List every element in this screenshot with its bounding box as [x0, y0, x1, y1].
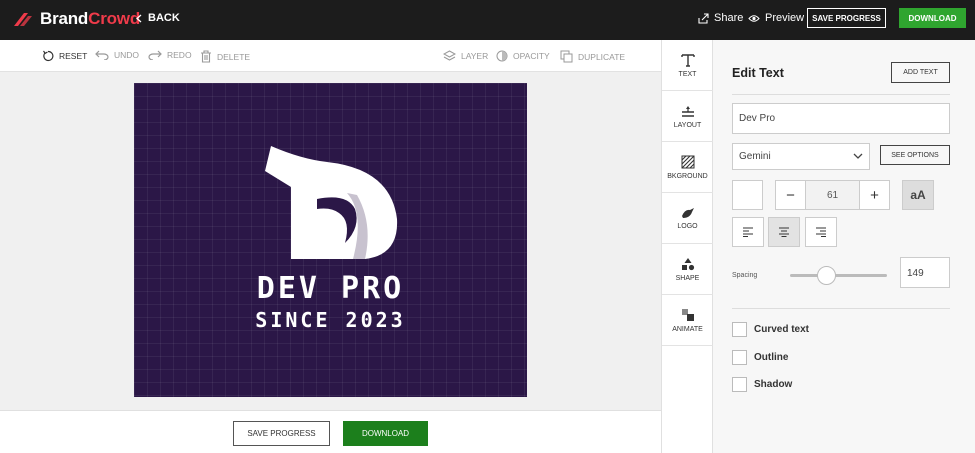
- curved-text-option[interactable]: Curved text: [732, 322, 809, 337]
- top-download-button[interactable]: DOWNLOAD: [899, 8, 966, 28]
- undo-button[interactable]: UNDO: [95, 50, 139, 60]
- tab-background-label: BKGROUND: [667, 172, 708, 180]
- delete-button[interactable]: DELETE: [200, 50, 250, 63]
- brand-logo[interactable]: BrandCrowd: [12, 9, 140, 29]
- spacing-slider-handle[interactable]: [817, 266, 837, 285]
- shadow-option[interactable]: Shadow: [732, 377, 792, 392]
- shapes-icon: [681, 257, 694, 270]
- spacing-label: Spacing: [732, 272, 758, 279]
- redo-icon: [148, 50, 162, 60]
- align-center-button[interactable]: [768, 217, 800, 247]
- layer-button[interactable]: LAYER: [443, 50, 488, 62]
- tab-logo[interactable]: LOGO: [662, 193, 713, 244]
- design-canvas[interactable]: DEV PRO SINCE 2023: [134, 83, 527, 397]
- panel-divider-2: [732, 308, 950, 309]
- opacity-icon: [496, 50, 508, 62]
- tab-shape[interactable]: SHAPE: [662, 244, 713, 295]
- tab-text-label: TEXT: [678, 70, 697, 78]
- tab-layout[interactable]: LAYOUT: [662, 91, 713, 142]
- undo-label: UNDO: [114, 50, 140, 60]
- share-label: Share: [714, 12, 744, 24]
- align-right-button[interactable]: [805, 217, 837, 247]
- duplicate-icon: [560, 50, 573, 63]
- outline-checkbox[interactable]: [732, 350, 747, 365]
- opacity-label: OPACITY: [513, 51, 550, 61]
- add-text-button[interactable]: ADD TEXT: [891, 62, 950, 83]
- chevron-left-icon: [136, 14, 142, 22]
- font-size-increase-button[interactable]: +: [859, 180, 890, 210]
- background-pattern-icon: [681, 155, 694, 168]
- brand-name: BrandCrowd: [40, 9, 141, 28]
- tab-animate-label: ANIMATE: [672, 325, 703, 333]
- reset-label: RESET: [59, 51, 88, 61]
- top-bar: BrandCrowd BACK Share Preview SAVE PROGR…: [0, 0, 975, 40]
- text-color-swatch[interactable]: [732, 180, 763, 210]
- shadow-checkbox[interactable]: [732, 377, 747, 392]
- logo-icon: [681, 207, 694, 218]
- trash-icon: [201, 50, 211, 63]
- font-select[interactable]: Gemini: [732, 143, 870, 170]
- share-icon: [698, 12, 709, 24]
- eye-icon: [748, 14, 760, 22]
- design-text-line1[interactable]: DEV PRO: [134, 271, 527, 306]
- undo-icon: [95, 50, 109, 60]
- layers-icon: [443, 50, 456, 61]
- align-center-icon: [779, 227, 789, 237]
- tab-shape-label: SHAPE: [675, 274, 700, 282]
- outline-option[interactable]: Outline: [732, 350, 788, 365]
- tab-text[interactable]: TEXT: [662, 40, 713, 91]
- see-options-button[interactable]: SEE OPTIONS: [880, 145, 950, 165]
- d-logo-mark[interactable]: [261, 143, 401, 263]
- reset-icon: [43, 50, 54, 62]
- editor-toolbar: RESET UNDO REDO DELETE LAYER OPACITY DUP…: [0, 40, 661, 72]
- curved-text-checkbox[interactable]: [732, 322, 747, 337]
- brandcrowd-swoosh-icon: [14, 13, 32, 26]
- spacing-slider-track[interactable]: [790, 274, 887, 277]
- chevron-down-icon: [853, 153, 863, 159]
- tab-layout-label: LAYOUT: [673, 121, 702, 129]
- tab-background[interactable]: BKGROUND: [662, 142, 713, 193]
- font-size-decrease-button[interactable]: −: [775, 180, 806, 210]
- bottom-bar: SAVE PROGRESS DOWNLOAD: [0, 410, 661, 453]
- animate-icon: [681, 308, 694, 321]
- bottom-download-button[interactable]: DOWNLOAD: [343, 421, 428, 446]
- spacing-value-input[interactable]: 149: [900, 257, 950, 288]
- edit-text-panel: Edit Text ADD TEXT Dev Pro Gemini SEE OP…: [713, 40, 975, 453]
- font-size-value[interactable]: 61: [806, 180, 859, 210]
- duplicate-label: DUPLICATE: [578, 51, 626, 62]
- panel-title: Edit Text: [732, 66, 784, 80]
- bottom-save-progress-button[interactable]: SAVE PROGRESS: [233, 421, 330, 446]
- panel-divider: [732, 94, 950, 95]
- side-tabs: TEXT LAYOUT BKGROUND LOGO SHAPE ANIMATE: [661, 40, 713, 453]
- share-button[interactable]: Share: [698, 12, 743, 24]
- text-case-button[interactable]: aA: [902, 180, 934, 210]
- curved-text-label: Curved text: [754, 324, 810, 335]
- preview-label: Preview: [765, 12, 805, 24]
- layer-label: LAYER: [461, 51, 489, 61]
- reset-button[interactable]: RESET: [42, 50, 87, 62]
- text-t-icon: [680, 53, 695, 67]
- back-button[interactable]: BACK: [136, 12, 180, 24]
- design-text-line2[interactable]: SINCE 2023: [134, 308, 527, 332]
- opacity-button[interactable]: OPACITY: [496, 50, 550, 62]
- redo-label: REDO: [167, 50, 192, 60]
- redo-button[interactable]: REDO: [148, 50, 192, 60]
- shadow-label: Shadow: [754, 379, 793, 390]
- align-left-icon: [743, 227, 753, 237]
- align-left-button[interactable]: [732, 217, 764, 247]
- align-right-icon: [816, 227, 826, 237]
- delete-label: DELETE: [217, 51, 251, 62]
- tab-animate[interactable]: ANIMATE: [662, 295, 713, 346]
- top-save-progress-button[interactable]: SAVE PROGRESS: [807, 8, 886, 28]
- outline-label: Outline: [754, 352, 789, 363]
- duplicate-button[interactable]: DUPLICATE: [560, 50, 625, 63]
- font-select-value: Gemini: [739, 151, 771, 162]
- layout-icon: [681, 105, 694, 117]
- back-label: BACK: [148, 12, 180, 24]
- canvas-area: DEV PRO SINCE 2023: [0, 72, 661, 410]
- tab-logo-label: LOGO: [677, 222, 698, 230]
- preview-button[interactable]: Preview: [748, 12, 804, 24]
- text-content-input[interactable]: Dev Pro: [732, 103, 950, 134]
- font-size-stepper: − 61 +: [775, 180, 890, 210]
